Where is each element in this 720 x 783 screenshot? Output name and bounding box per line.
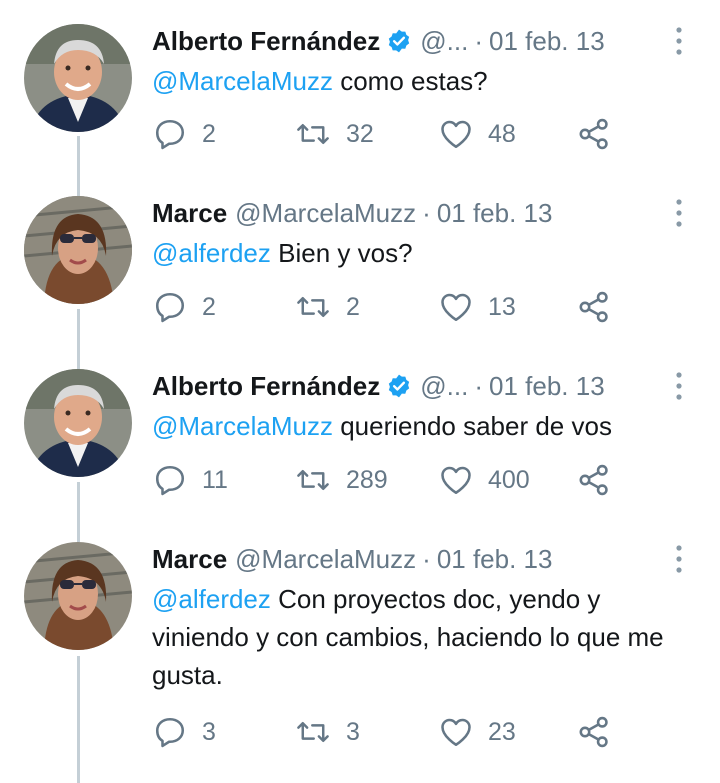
reply-icon bbox=[152, 462, 188, 498]
retweet-count: 2 bbox=[346, 292, 360, 321]
author-handle[interactable]: @... bbox=[420, 371, 468, 402]
retweet-count: 3 bbox=[346, 717, 360, 746]
tweet-date[interactable]: 01 feb. 13 bbox=[437, 544, 553, 575]
avatar[interactable] bbox=[24, 369, 132, 477]
like-button[interactable]: 13 bbox=[438, 287, 516, 327]
mention-link[interactable]: @MarcelaMuzz bbox=[152, 411, 333, 441]
retweet-button[interactable]: 3 bbox=[294, 712, 360, 752]
like-button[interactable]: 23 bbox=[438, 712, 516, 752]
share-button[interactable] bbox=[576, 287, 612, 327]
share-icon bbox=[576, 462, 612, 498]
thread-line bbox=[77, 482, 80, 542]
verified-badge-icon bbox=[386, 28, 412, 54]
more-vertical-icon[interactable] bbox=[671, 371, 687, 401]
share-button[interactable] bbox=[576, 460, 612, 500]
reply-count: 2 bbox=[202, 119, 216, 148]
reply-icon bbox=[152, 116, 188, 152]
retweet-icon bbox=[294, 714, 332, 750]
separator-dot: · bbox=[474, 370, 483, 401]
author-name[interactable]: Alberto Fernández bbox=[152, 26, 380, 57]
retweet-count: 32 bbox=[346, 119, 374, 148]
like-count: 13 bbox=[488, 292, 516, 321]
retweet-count: 289 bbox=[346, 465, 388, 494]
retweet-icon bbox=[294, 289, 332, 325]
tweet-actions: 11 289 400 bbox=[152, 460, 632, 500]
separator-dot: · bbox=[422, 197, 431, 228]
tweet-body: Bien y vos? bbox=[270, 238, 413, 268]
reply-count: 11 bbox=[202, 465, 228, 494]
author-name[interactable]: Marce bbox=[152, 544, 227, 575]
mention-link[interactable]: @alferdez bbox=[152, 238, 271, 268]
tweet-header: Alberto Fernández @... · 01 feb. 13 bbox=[152, 24, 692, 58]
separator-dot: · bbox=[474, 25, 483, 56]
like-count: 48 bbox=[488, 119, 516, 148]
retweet-button[interactable]: 289 bbox=[294, 460, 388, 500]
more-vertical-icon[interactable] bbox=[671, 544, 687, 574]
reply-icon bbox=[152, 289, 188, 325]
tweet-text: @alferdez Con proyectos doc, yendo y vin… bbox=[152, 580, 692, 694]
tweet-date[interactable]: 01 feb. 13 bbox=[489, 26, 605, 57]
thread-line bbox=[77, 656, 80, 783]
author-handle[interactable]: @MarcelaMuzz bbox=[235, 544, 416, 575]
share-icon bbox=[576, 116, 612, 152]
retweet-icon bbox=[294, 462, 332, 498]
author-handle[interactable]: @MarcelaMuzz bbox=[235, 198, 416, 229]
tweet-actions: 2 32 48 bbox=[152, 114, 632, 154]
like-count: 23 bbox=[488, 717, 516, 746]
reply-button[interactable]: 11 bbox=[152, 460, 228, 500]
tweet-header: Marce @MarcelaMuzz · 01 feb. 13 bbox=[152, 196, 692, 230]
reply-button[interactable]: 3 bbox=[152, 712, 216, 752]
tweet-date[interactable]: 01 feb. 13 bbox=[437, 198, 553, 229]
reply-button[interactable]: 2 bbox=[152, 287, 216, 327]
share-button[interactable] bbox=[576, 712, 612, 752]
author-handle[interactable]: @... bbox=[420, 26, 468, 57]
author-name[interactable]: Alberto Fernández bbox=[152, 371, 380, 402]
tweet-text: @alferdez Bien y vos? bbox=[152, 234, 692, 272]
avatar[interactable] bbox=[24, 542, 132, 650]
thread-line bbox=[77, 309, 80, 369]
heart-icon bbox=[438, 289, 474, 325]
like-button[interactable]: 400 bbox=[438, 460, 530, 500]
tweet-text: @MarcelaMuzz como estas? bbox=[152, 62, 692, 100]
tweet-thread: Alberto Fernández @... · 01 feb. 13 @Mar… bbox=[0, 0, 720, 783]
like-count: 400 bbox=[488, 465, 530, 494]
tweet-actions: 2 2 13 bbox=[152, 287, 632, 327]
share-icon bbox=[576, 289, 612, 325]
tweet-text: @MarcelaMuzz queriendo saber de vos bbox=[152, 407, 692, 445]
reply-count: 2 bbox=[202, 292, 216, 321]
verified-badge-icon bbox=[386, 373, 412, 399]
mention-link[interactable]: @alferdez bbox=[152, 584, 271, 614]
mention-link[interactable]: @MarcelaMuzz bbox=[152, 66, 333, 96]
heart-icon bbox=[438, 116, 474, 152]
avatar[interactable] bbox=[24, 196, 132, 304]
reply-count: 3 bbox=[202, 717, 216, 746]
tweet-actions: 3 3 23 bbox=[152, 712, 632, 752]
author-name[interactable]: Marce bbox=[152, 198, 227, 229]
tweet-date[interactable]: 01 feb. 13 bbox=[489, 371, 605, 402]
separator-dot: · bbox=[422, 543, 431, 574]
tweet-header: Alberto Fernández @... · 01 feb. 13 bbox=[152, 369, 692, 403]
tweet-header: Marce @MarcelaMuzz · 01 feb. 13 bbox=[152, 542, 692, 576]
avatar[interactable] bbox=[24, 24, 132, 132]
heart-icon bbox=[438, 714, 474, 750]
more-vertical-icon[interactable] bbox=[671, 26, 687, 56]
more-vertical-icon[interactable] bbox=[671, 198, 687, 228]
thread-line bbox=[77, 136, 80, 196]
tweet-body: queriendo saber de vos bbox=[332, 411, 612, 441]
tweet-body: como estas? bbox=[332, 66, 488, 96]
retweet-button[interactable]: 32 bbox=[294, 114, 374, 154]
retweet-button[interactable]: 2 bbox=[294, 287, 360, 327]
share-button[interactable] bbox=[576, 114, 612, 154]
heart-icon bbox=[438, 462, 474, 498]
share-icon bbox=[576, 714, 612, 750]
like-button[interactable]: 48 bbox=[438, 114, 516, 154]
reply-icon bbox=[152, 714, 188, 750]
retweet-icon bbox=[294, 116, 332, 152]
reply-button[interactable]: 2 bbox=[152, 114, 216, 154]
